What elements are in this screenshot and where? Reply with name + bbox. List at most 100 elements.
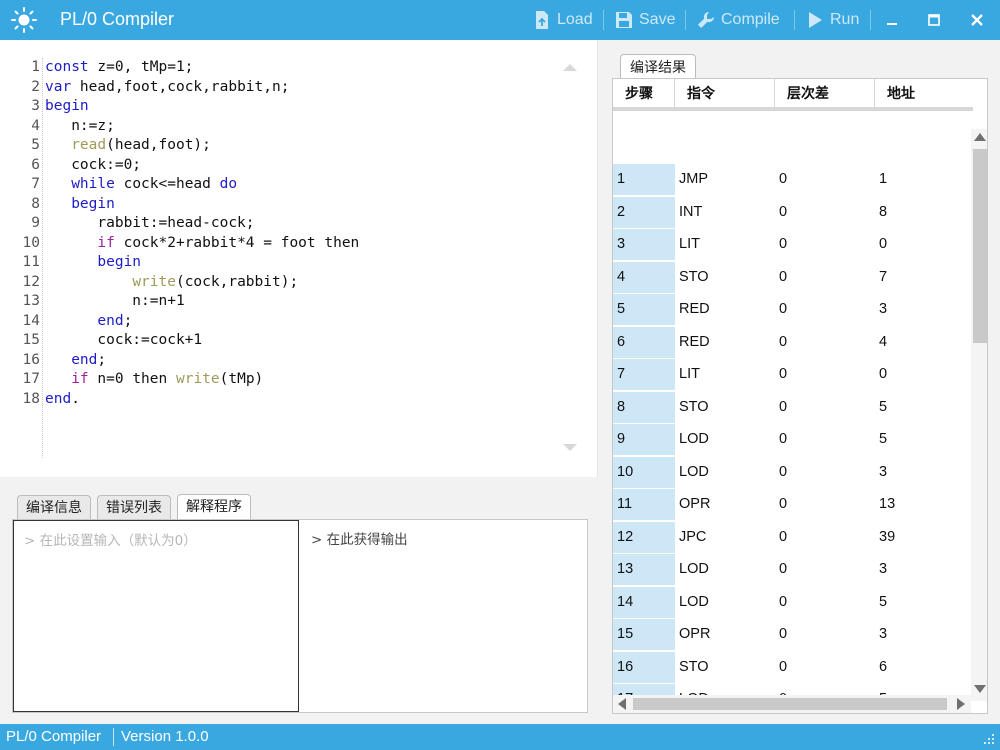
tab-interpreter[interactable]: 解释程序	[177, 494, 251, 520]
cell-step: 7	[613, 359, 675, 390]
table-row[interactable]: 7 LIT 0 0	[613, 359, 973, 392]
scroll-down-icon[interactable]	[974, 685, 986, 693]
app-title: PL/0 Compiler	[60, 9, 175, 29]
cell-address: 1	[879, 171, 888, 187]
cell-step: 9	[613, 424, 675, 455]
cell-instruction: STO	[679, 658, 709, 675]
cell-level: 0	[779, 268, 788, 285]
table-row[interactable]: 6 RED 0 4	[613, 326, 973, 360]
cell-level: 0	[779, 593, 788, 610]
table-row[interactable]: 2 INT 0 8	[613, 196, 973, 230]
header-instruction[interactable]: 指令	[675, 79, 775, 107]
cell-level: 0	[779, 431, 788, 447]
cell-instruction: LOD	[679, 463, 709, 480]
table-row[interactable]: 14 LOD 0 5	[613, 586, 973, 620]
resize-grip-icon[interactable]	[978, 728, 996, 746]
interpreter-panel: 编译信息 错误列表 解释程序 > 在此设置输入（默认为0） > 在此获得输出	[0, 491, 598, 724]
header-step[interactable]: 步骤	[613, 79, 675, 107]
code-line: begin	[45, 98, 89, 114]
scroll-left-icon[interactable]	[618, 698, 626, 710]
header-level[interactable]: 层次差	[775, 79, 875, 107]
editor-scroll-down-icon[interactable]	[563, 444, 577, 451]
line-number: 1	[31, 59, 40, 75]
wrench-icon	[698, 11, 715, 28]
cell-instruction: JMP	[679, 171, 708, 187]
cell-level: 0	[779, 528, 788, 545]
status-app-name: PL/0 Compiler	[6, 728, 102, 745]
maximize-button[interactable]	[920, 6, 948, 34]
table-row[interactable]: 8 STO 0 5	[613, 391, 973, 425]
code-line: end;	[71, 351, 107, 368]
compile-button[interactable]: Compile	[696, 8, 780, 32]
cell-level: 0	[779, 203, 788, 220]
horizontal-splitter[interactable]	[0, 477, 598, 491]
code-line: begin	[97, 254, 142, 270]
line-number: 13	[22, 293, 40, 309]
line-number: 16	[22, 351, 40, 368]
table-row[interactable]: 16 STO 0 6	[613, 651, 973, 685]
cell-step: 11	[613, 489, 675, 520]
cell-level: 0	[779, 398, 788, 415]
cell-step: 8	[613, 391, 675, 423]
save-button[interactable]: Save	[614, 8, 675, 32]
cell-step: 2	[613, 196, 675, 228]
scroll-right-icon[interactable]	[957, 698, 965, 710]
status-bar: PL/0 Compiler Version 1.0.0	[0, 724, 1000, 750]
line-number: 11	[22, 254, 40, 270]
table-row[interactable]: 11 OPR 0 13	[613, 489, 973, 522]
table-row[interactable]: 5 RED 0 3	[613, 294, 973, 327]
status-divider	[113, 728, 114, 746]
close-button[interactable]	[963, 6, 991, 34]
table-row[interactable]: 13 LOD 0 3	[613, 554, 973, 587]
cell-address: 5	[879, 593, 888, 610]
program-input-field[interactable]: > 在此设置输入（默认为0）	[13, 520, 299, 712]
cell-step: 14	[613, 586, 675, 618]
run-button[interactable]: Run	[805, 8, 859, 32]
cell-level: 0	[779, 366, 788, 382]
minimize-icon	[887, 23, 897, 25]
save-disk-icon	[616, 12, 632, 28]
table-row[interactable]: 15 OPR 0 3	[613, 619, 973, 652]
table-row[interactable]: 9 LOD 0 5	[613, 424, 973, 457]
table-row[interactable]: 1 JMP 0 1	[613, 164, 973, 197]
cell-address: 3	[879, 301, 888, 317]
scroll-up-icon[interactable]	[974, 133, 986, 141]
input-placeholder: > 在此设置输入（默认为0）	[24, 533, 197, 549]
code-editor[interactable]: 1 2 3 4 5 6 7 8 9 10 11 12 13 14 15 16 17 18 const z=0, t…	[0, 40, 598, 477]
table-row[interactable]: 12 JPC 0 39	[613, 521, 973, 555]
editor-scroll-up-icon[interactable]	[563, 64, 577, 71]
cell-instruction: LOD	[679, 593, 709, 610]
cell-step: 10	[613, 456, 675, 488]
scrollbar-thumb[interactable]	[973, 149, 987, 343]
minimize-button[interactable]	[878, 6, 906, 34]
title-bar: PL/0 Compiler Load Save Compile Run	[0, 0, 1000, 40]
cell-instruction: LIT	[679, 236, 700, 252]
scrollbar-thumb[interactable]	[633, 698, 947, 710]
tab-compile-result[interactable]: 编译结果	[620, 54, 696, 80]
line-number: 15	[22, 332, 40, 348]
code-line: while cock<=head do	[71, 176, 238, 192]
table-row[interactable]: 3 LIT 0 0	[613, 229, 973, 262]
cell-address: 0	[879, 236, 888, 252]
load-button[interactable]: Load	[532, 8, 593, 32]
tab-compile-info[interactable]: 编译信息	[17, 495, 91, 519]
cell-instruction: STO	[679, 398, 709, 415]
line-number: 5	[31, 137, 40, 153]
cell-step: 12	[613, 521, 675, 553]
cell-address: 3	[879, 626, 888, 642]
table-vertical-scrollbar[interactable]	[971, 129, 987, 701]
cell-instruction: RED	[679, 333, 710, 350]
cell-address: 0	[879, 366, 888, 382]
code-line: end.	[45, 390, 80, 407]
header-address[interactable]: 地址	[875, 79, 971, 107]
cell-step: 16	[613, 651, 675, 683]
play-icon	[809, 12, 822, 28]
table-horizontal-scrollbar[interactable]	[613, 695, 971, 713]
tab-error-list[interactable]: 错误列表	[97, 495, 171, 519]
table-row[interactable]: 4 STO 0 7	[613, 261, 973, 295]
table-row[interactable]: 10 LOD 0 3	[613, 456, 973, 490]
cell-instruction: LIT	[679, 366, 700, 382]
vertical-splitter[interactable]	[598, 40, 612, 724]
instruction-table[interactable]: 步骤 指令 层次差 地址 1 JMP 0 1 2 INT 0 8 3 LIT 0 0 4 STO 0 7 5 RE…	[612, 78, 988, 714]
source-code[interactable]: const z=0, tMp=1; var head,foot,cock,rab…	[45, 58, 359, 409]
